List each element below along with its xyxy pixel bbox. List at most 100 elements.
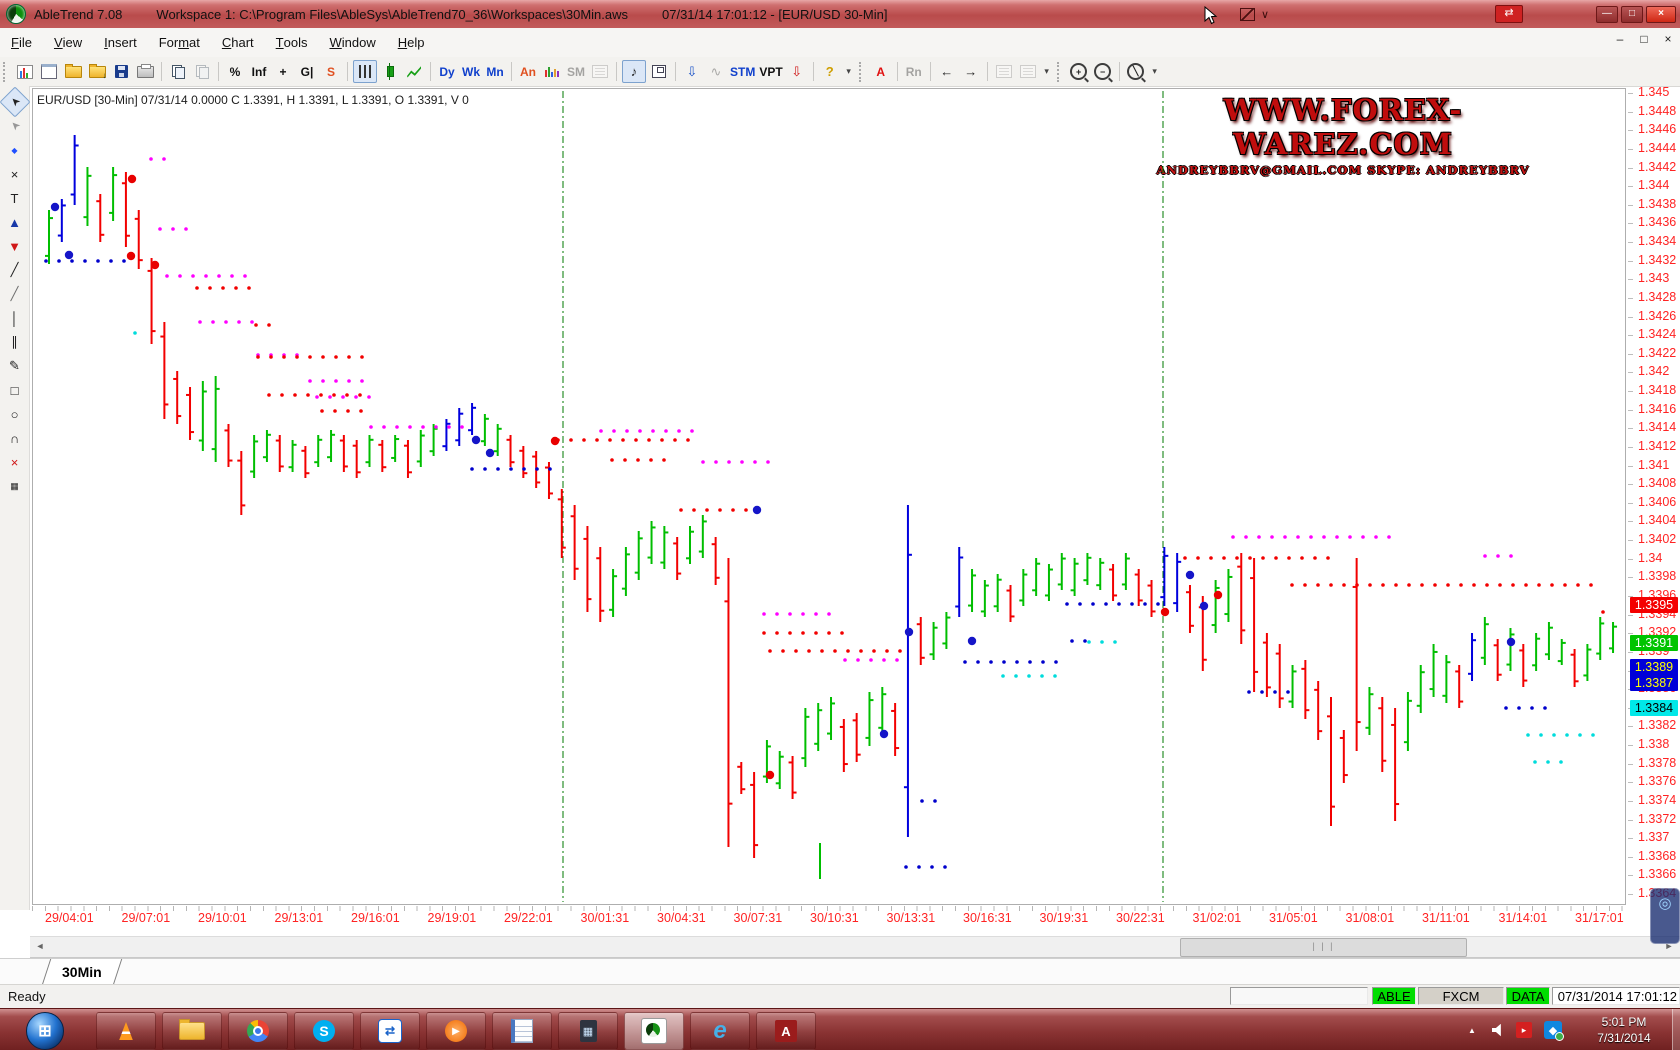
horizontal-scrollbar[interactable]: ◄ | | | ►: [30, 936, 1680, 958]
journal-icon[interactable]: [492, 1012, 552, 1050]
mdi-minimize-icon[interactable]: –: [1612, 32, 1628, 46]
draw-tool-icon[interactable]: ✎: [4, 355, 26, 377]
text-tool-icon[interactable]: T: [4, 187, 26, 209]
line-chart-type-icon[interactable]: [403, 61, 425, 82]
menu-insert[interactable]: Insert: [93, 28, 148, 57]
new-chart-icon[interactable]: [14, 61, 36, 82]
zoom-in-icon[interactable]: +: [1068, 61, 1090, 82]
export-data-icon[interactable]: ⇩: [681, 61, 703, 82]
plus-button[interactable]: +: [273, 61, 293, 82]
menu-tools[interactable]: Tools: [265, 28, 319, 57]
vlc-icon[interactable]: [96, 1012, 156, 1050]
desktop-gadget-overlay[interactable]: ◎: [1650, 888, 1680, 944]
signal-button[interactable]: S: [321, 61, 341, 82]
stm-button[interactable]: STM: [730, 61, 755, 82]
daily-button[interactable]: Dy: [437, 61, 457, 82]
chrome-icon[interactable]: [228, 1012, 288, 1050]
save-icon[interactable]: [110, 61, 132, 82]
quote-list-icon[interactable]: [589, 61, 611, 82]
abletrend-icon[interactable]: [624, 1012, 684, 1050]
menu-help[interactable]: Help: [387, 28, 436, 57]
calculator-icon[interactable]: ▦: [558, 1012, 618, 1050]
trendline-tool-icon[interactable]: ╱: [4, 259, 26, 281]
menu-window[interactable]: Window: [318, 28, 386, 57]
erase-tool-icon[interactable]: ×: [4, 163, 26, 185]
volume-icon[interactable]: [1488, 1009, 1508, 1050]
vpt-button[interactable]: VPT: [759, 61, 782, 82]
pointer-outline-tool-icon[interactable]: ➤: [0, 110, 30, 141]
zoom-out-icon[interactable]: −: [1092, 61, 1114, 82]
toolbar-overflow-2-icon[interactable]: ▾: [1041, 61, 1053, 82]
monthly-button[interactable]: Mn: [485, 61, 505, 82]
arc-tool-icon[interactable]: ∩: [4, 427, 26, 449]
toolbar-overflow-3-icon[interactable]: ▾: [1149, 61, 1161, 82]
candle-chart-type-icon[interactable]: [379, 61, 401, 82]
menu-format[interactable]: Format: [148, 28, 211, 57]
forward-icon[interactable]: →: [960, 61, 982, 82]
sound-alert-icon[interactable]: ♪: [622, 60, 646, 83]
help-icon[interactable]: ?: [819, 61, 841, 82]
delete-tool-icon[interactable]: ×: [4, 451, 26, 473]
import-data-icon[interactable]: [86, 61, 108, 82]
dropbox-tray-icon[interactable]: ◆: [1542, 1009, 1564, 1050]
toolbar-overflow-icon[interactable]: ▾: [843, 61, 855, 82]
page-list-icon[interactable]: [993, 61, 1015, 82]
open-workspace-icon[interactable]: [62, 61, 84, 82]
explorer-folder-icon[interactable]: [162, 1012, 222, 1050]
dot-tool-icon[interactable]: ◆: [4, 139, 26, 161]
chart-panel[interactable]: EUR/USD [30-Min] 07/31/14 0.0000 C 1.339…: [32, 88, 1626, 905]
info-button[interactable]: Inf: [249, 61, 269, 82]
close-button[interactable]: ×: [1646, 6, 1676, 23]
taskbar-clock[interactable]: 5:01 PM 7/31/2014: [1578, 1014, 1670, 1046]
export-signals-icon[interactable]: ⇩: [786, 61, 808, 82]
panel-tool-icon[interactable]: ▦: [4, 475, 26, 497]
sm-button[interactable]: SM: [566, 61, 586, 82]
tab-30min[interactable]: 30Min: [42, 959, 122, 985]
back-icon[interactable]: ←: [936, 61, 958, 82]
menu-chart[interactable]: Chart: [211, 28, 265, 57]
annotate-button[interactable]: A: [871, 61, 891, 82]
fullscreen-toggle-icon[interactable]: [1240, 8, 1255, 21]
page-list-2-icon[interactable]: [1017, 61, 1039, 82]
ellipse-tool-icon[interactable]: ○: [4, 403, 26, 425]
weekly-button[interactable]: Wk: [461, 61, 481, 82]
ray-tool-icon[interactable]: ╱: [4, 283, 26, 305]
adobe-reader-icon[interactable]: A: [756, 1012, 816, 1050]
menu-view[interactable]: View: [43, 28, 93, 57]
mdi-close-icon[interactable]: ×: [1660, 32, 1676, 46]
bar-chart-type-icon[interactable]: [353, 60, 377, 83]
ablesys-tray-icon[interactable]: ▸: [1514, 1009, 1534, 1050]
arrow-down-tool-icon[interactable]: ▼: [4, 235, 26, 257]
range-button[interactable]: Rn: [904, 61, 924, 82]
print-icon[interactable]: [134, 61, 156, 82]
media-player-icon[interactable]: ▶: [426, 1012, 486, 1050]
chevron-down-icon[interactable]: ∨: [1261, 8, 1269, 21]
arrow-up-tool-icon[interactable]: ▲: [4, 211, 26, 233]
guidance-button[interactable]: G|: [297, 61, 317, 82]
mdi-restore-icon[interactable]: □: [1636, 32, 1652, 46]
minimize-button[interactable]: —: [1596, 6, 1618, 23]
skype-icon[interactable]: S: [294, 1012, 354, 1050]
percent-button[interactable]: %: [225, 61, 245, 82]
curve-study-icon[interactable]: ∿: [705, 61, 727, 82]
channel-tool-icon[interactable]: ∥: [4, 331, 26, 353]
analysis-button[interactable]: An: [518, 61, 538, 82]
browser-e-icon[interactable]: e: [690, 1012, 750, 1050]
scroll-left-icon[interactable]: ◄: [31, 938, 49, 955]
paste-icon[interactable]: [191, 61, 213, 82]
show-desktop-button[interactable]: [1672, 1009, 1680, 1050]
volume-histogram-icon[interactable]: [541, 61, 563, 82]
teamviewer-icon[interactable]: ⇄: [360, 1012, 420, 1050]
start-button[interactable]: ⊞: [26, 1012, 64, 1050]
zoom-off-icon[interactable]: ╲: [1125, 61, 1147, 82]
copy-icon[interactable]: [167, 61, 189, 82]
restore-button[interactable]: □: [1621, 6, 1643, 23]
vertical-line-tool-icon[interactable]: │: [4, 307, 26, 329]
price-chart-canvas[interactable]: [33, 89, 1625, 904]
rectangle-tool-icon[interactable]: □: [4, 379, 26, 401]
menu-file[interactable]: File: [0, 28, 43, 57]
scrollbar-thumb[interactable]: | | |: [1180, 938, 1467, 957]
window-grid-icon[interactable]: [648, 61, 670, 82]
tray-expand-icon[interactable]: ▲: [1462, 1009, 1482, 1050]
new-window-icon[interactable]: [38, 61, 60, 82]
